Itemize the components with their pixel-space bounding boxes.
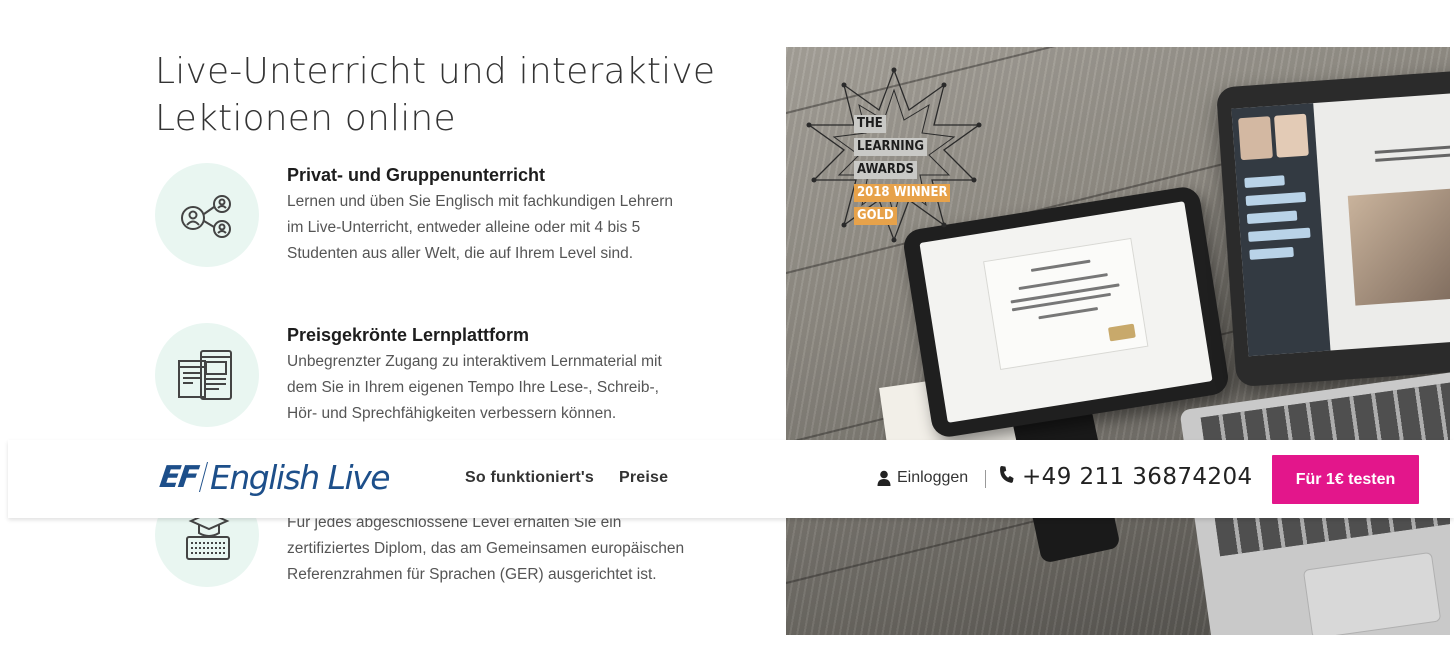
ef-english-live-logo[interactable]: EF English Live bbox=[157, 457, 391, 497]
sticky-navbar: EF English Live So funktioniert's Preise… bbox=[8, 440, 1454, 518]
feature-description: Für jedes abgeschlossene Level erhalten … bbox=[287, 514, 685, 583]
feature-description: Lernen und üben Sie Englisch mit fachkun… bbox=[287, 193, 674, 262]
award-line: THE bbox=[854, 115, 886, 133]
nav-how-it-works-link[interactable]: So funktioniert's bbox=[465, 469, 594, 487]
phone-number: +49 211 36874204 bbox=[1022, 464, 1253, 490]
phone-link[interactable]: +49 211 36874204 bbox=[998, 464, 1253, 490]
logo-ef: EF bbox=[157, 459, 200, 495]
try-for-one-euro-button[interactable]: Für 1€ testen bbox=[1272, 455, 1419, 504]
feature-description: Unbegrenzter Zugang zu interaktivem Lern… bbox=[287, 353, 662, 422]
feature-title: Preisgekrönte Lernplattform bbox=[287, 325, 530, 345]
certificate-image bbox=[983, 237, 1149, 370]
feature-title: Privat- und Gruppenunterricht bbox=[287, 165, 546, 185]
nav-divider bbox=[985, 470, 986, 488]
logo-separator bbox=[198, 462, 209, 492]
phone-icon bbox=[998, 465, 1016, 489]
laptop-image bbox=[1215, 66, 1450, 388]
login-label: Einloggen bbox=[897, 469, 969, 486]
award-line: GOLD bbox=[854, 207, 897, 225]
nav-prices-link[interactable]: Preise bbox=[619, 469, 668, 487]
page-headline: Live-Unterricht und interaktive Lektione… bbox=[155, 51, 716, 139]
learning-awards-badge: THE LEARNING AWARDS 2018 WINNER GOLD bbox=[804, 65, 984, 245]
users-network-icon bbox=[155, 163, 259, 267]
logo-brand: English Live bbox=[210, 457, 391, 497]
login-link[interactable]: Einloggen bbox=[877, 469, 968, 487]
devices-icon bbox=[155, 323, 259, 427]
hero-image: THE LEARNING AWARDS 2018 WINNER GOLD bbox=[786, 47, 1450, 635]
award-line: AWARDS bbox=[854, 161, 917, 179]
user-icon bbox=[877, 470, 891, 486]
award-line: 2018 WINNER bbox=[854, 184, 951, 202]
award-line: LEARNING bbox=[854, 138, 928, 156]
